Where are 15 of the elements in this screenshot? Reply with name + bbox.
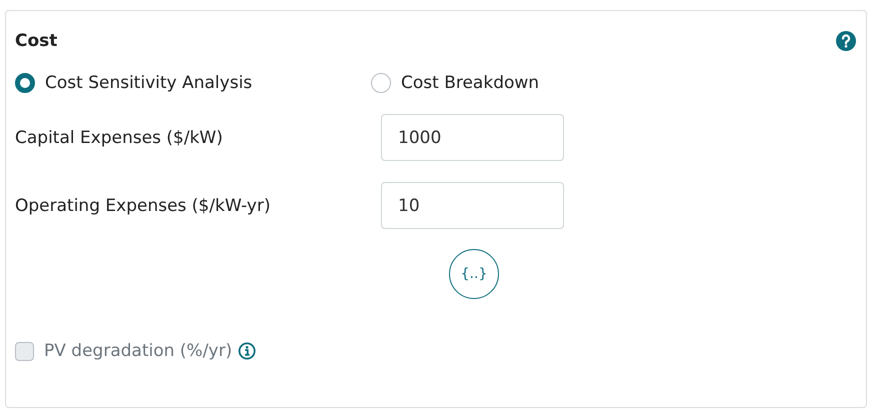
radio-label: Cost Breakdown xyxy=(401,73,540,93)
input-field[interactable]: 10 xyxy=(381,182,564,229)
field-label: Operating Expenses ($/kW-yr) xyxy=(15,196,272,216)
field-label: Capital Expenses ($/kW) xyxy=(15,128,224,148)
panel-title: Cost xyxy=(15,31,58,51)
radio-option[interactable]: Cost Breakdown xyxy=(371,73,727,93)
radio-option[interactable]: Cost Sensitivity Analysis xyxy=(15,73,371,93)
radio-button[interactable] xyxy=(15,73,35,93)
expression-button[interactable]: {..} xyxy=(449,249,499,299)
info-icon[interactable] xyxy=(238,342,256,360)
help-icon[interactable] xyxy=(836,31,856,51)
checkbox-label: PV degradation (%/yr) xyxy=(44,341,232,361)
radio-label: Cost Sensitivity Analysis xyxy=(45,73,252,93)
input-field[interactable]: 1000 xyxy=(381,114,564,161)
radio-button[interactable] xyxy=(371,73,391,93)
